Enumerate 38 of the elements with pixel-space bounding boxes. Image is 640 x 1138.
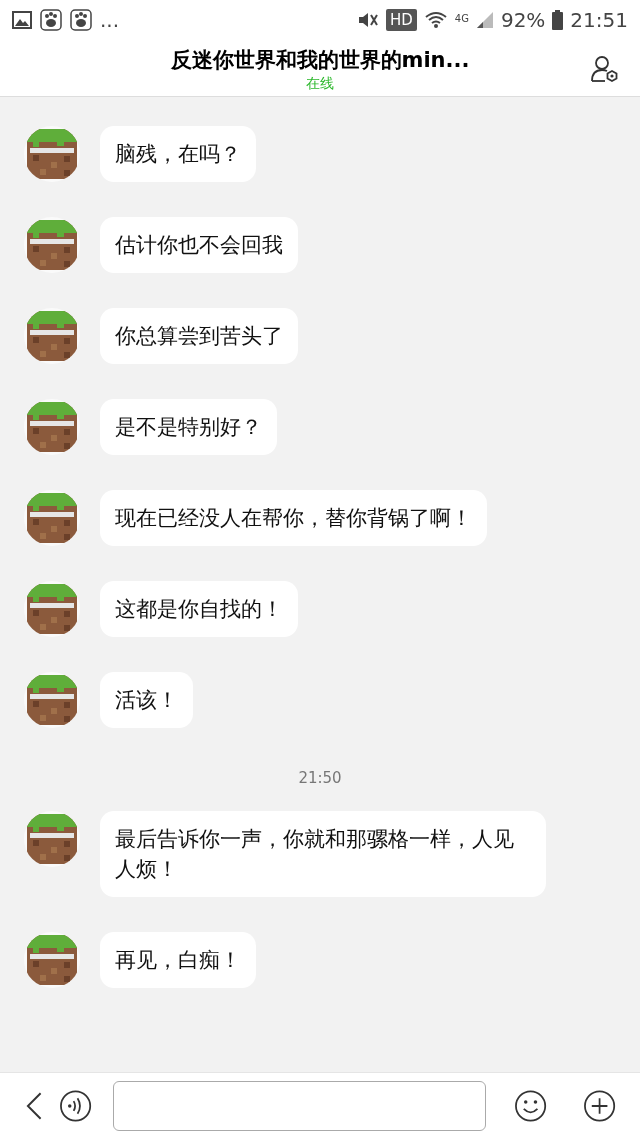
online-status: 在线 — [306, 74, 334, 92]
avatar — [24, 399, 80, 455]
message-bubble: 这都是你自找的！ — [100, 581, 298, 637]
message-bubble: 脑残，在吗？ — [100, 126, 256, 182]
image-icon — [12, 11, 32, 29]
timestamp: 21:50 — [298, 768, 342, 789]
clock: 21:51 — [570, 7, 628, 34]
avatar — [24, 932, 80, 988]
contact-settings-icon[interactable] — [590, 54, 620, 84]
message-bubble: 估计你也不会回我 — [100, 217, 298, 273]
add-icon[interactable] — [582, 1088, 616, 1123]
paw-icon — [40, 9, 62, 31]
wifi-icon — [423, 10, 448, 30]
message-bubble: 你总算尝到苦头了 — [100, 308, 298, 364]
battery-percentage: 92% — [500, 7, 546, 34]
message-input[interactable] — [112, 1080, 486, 1131]
avatar — [24, 581, 80, 637]
message-bubble: 是不是特别好？ — [100, 399, 277, 455]
chat-title: 反迷你世界和我的世界的min... — [170, 47, 470, 74]
avatar — [24, 811, 80, 867]
network-type: 4G — [454, 12, 469, 26]
signal-icon — [475, 11, 494, 29]
mute-icon — [356, 10, 379, 30]
avatar — [24, 672, 80, 728]
hd-badge: HD — [385, 9, 417, 31]
avatar — [24, 308, 80, 364]
paw-icon — [70, 9, 92, 31]
message-bubble: 现在已经没人在帮你，替你背锅了啊！ — [100, 490, 487, 546]
avatar — [24, 217, 80, 273]
voice-icon[interactable] — [59, 1088, 93, 1123]
emoji-icon[interactable] — [513, 1088, 547, 1123]
more-notifications: ... — [100, 10, 120, 30]
battery-icon — [552, 10, 564, 30]
message-bubble: 活该！ — [100, 672, 193, 728]
avatar — [24, 126, 80, 182]
message-bubble: 再见，白痴！ — [100, 932, 256, 988]
avatar — [24, 490, 80, 546]
message-bubble: 最后告诉你一声，你就和那骡格一样，人见人烦！ — [100, 811, 546, 897]
